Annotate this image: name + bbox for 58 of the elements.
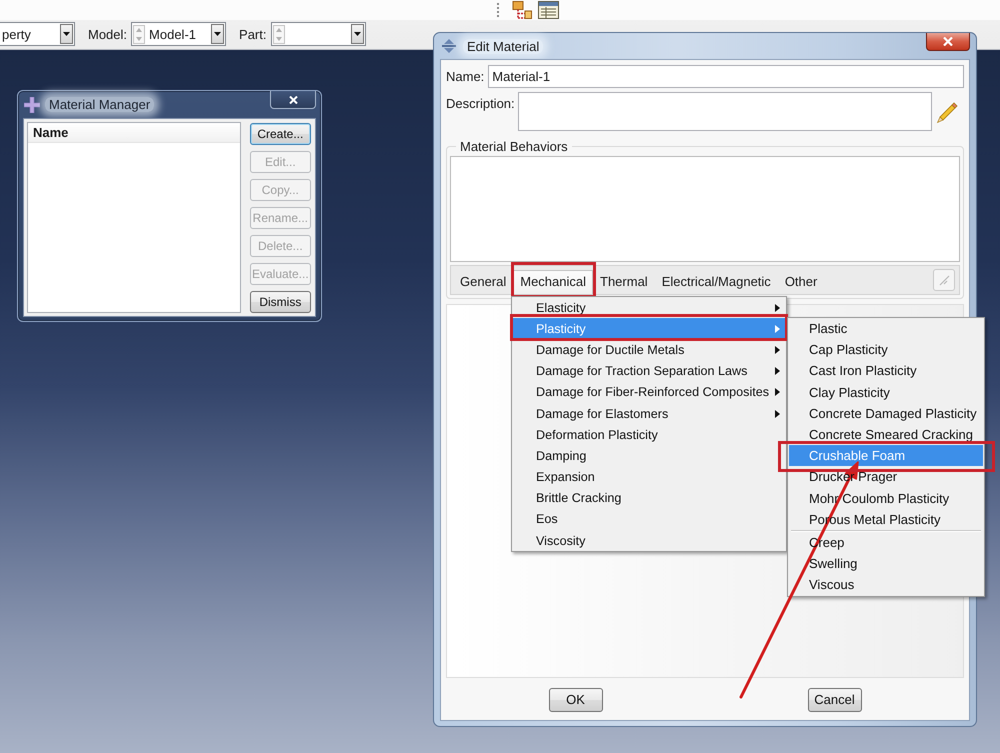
- combo-box[interactable]: Model-1: [131, 22, 226, 46]
- close-icon: [943, 37, 953, 46]
- field-label: Model:: [88, 26, 128, 42]
- menu-item[interactable]: Clay Plasticity: [789, 382, 983, 403]
- dropdown-button[interactable]: [211, 24, 224, 44]
- grip-icon: [497, 2, 500, 16]
- pencil-icon[interactable]: [937, 100, 959, 122]
- menu-item[interactable]: Elasticity: [513, 297, 785, 318]
- dialog-button[interactable]: Create...: [250, 123, 311, 145]
- menu-item[interactable]: Brittle Cracking: [513, 488, 785, 509]
- menu-item[interactable]: Eos: [513, 508, 785, 530]
- menu-item[interactable]: Expansion: [513, 466, 785, 488]
- plus-icon: [24, 96, 40, 112]
- dialog-button[interactable]: Cancel: [808, 688, 862, 712]
- tree-icon[interactable]: [512, 0, 532, 18]
- window-title: Edit Material: [463, 38, 544, 54]
- name-field[interactable]: Material-1: [488, 65, 964, 88]
- dialog-button[interactable]: Dismiss: [250, 291, 311, 313]
- tab[interactable]: Thermal: [593, 270, 655, 294]
- table-icon[interactable]: [538, 0, 559, 18]
- dropdown-button[interactable]: [350, 24, 364, 44]
- close-button[interactable]: [926, 33, 970, 51]
- group-title: Material Behaviors: [459, 139, 569, 154]
- menu-item[interactable]: Damage for Ductile Metals: [513, 339, 785, 361]
- tab[interactable]: Electrical/Magnetic: [654, 270, 778, 294]
- description-field[interactable]: [518, 92, 932, 131]
- menu-item[interactable]: Concrete Smeared Cracking: [789, 424, 983, 446]
- menu-item[interactable]: Damage for Fiber-Reinforced Composites: [513, 382, 785, 403]
- combo-box[interactable]: [270, 22, 366, 46]
- field-label: Name:: [446, 69, 484, 84]
- window-title: Material Manager: [45, 97, 154, 112]
- menu-item[interactable]: Viscosity: [513, 530, 785, 552]
- caret-icon: [63, 32, 70, 36]
- dropdown-button[interactable]: [60, 24, 73, 44]
- menu-item[interactable]: Damage for Traction Separation Laws: [513, 360, 785, 382]
- tab[interactable]: Mechanical: [513, 270, 594, 294]
- caret-icon: [214, 32, 222, 36]
- vertical-arrows-icon: [442, 39, 456, 53]
- menu-item[interactable]: Cap Plasticity: [789, 339, 983, 360]
- combo-box[interactable]: perty: [0, 22, 75, 46]
- slash-icon: [938, 274, 950, 286]
- close-icon: [288, 96, 298, 104]
- tab[interactable]: Other: [778, 270, 824, 294]
- tab[interactable]: General: [453, 270, 514, 294]
- list-box[interactable]: Name: [27, 122, 241, 313]
- dialog-button[interactable]: OK: [548, 688, 602, 712]
- menu-item[interactable]: Plastic: [789, 318, 983, 340]
- menu-item[interactable]: Swelling: [789, 553, 983, 574]
- field-label: Part:: [239, 26, 266, 42]
- menu-item[interactable]: Concrete Damaged Plasticity: [789, 402, 983, 424]
- menu-item[interactable]: Cast Iron Plasticity: [789, 360, 983, 382]
- menu-item[interactable]: Mohr Coulomb Plasticity: [789, 488, 983, 509]
- close-button[interactable]: [270, 91, 316, 109]
- menu-item[interactable]: Damage for Elastomers: [513, 402, 785, 424]
- field-label: Description:: [446, 95, 516, 113]
- menu-item[interactable]: Viscous: [789, 574, 983, 596]
- menu-item[interactable]: Deformation Plasticity: [513, 424, 785, 446]
- caret-icon: [354, 32, 360, 36]
